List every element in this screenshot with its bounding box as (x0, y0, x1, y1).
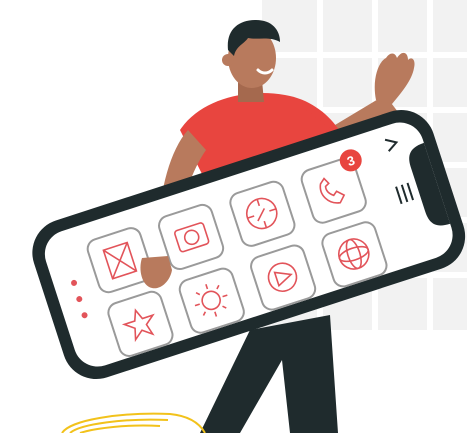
illustration: 3 (32, 0, 467, 433)
yellow-accent (61, 412, 206, 433)
